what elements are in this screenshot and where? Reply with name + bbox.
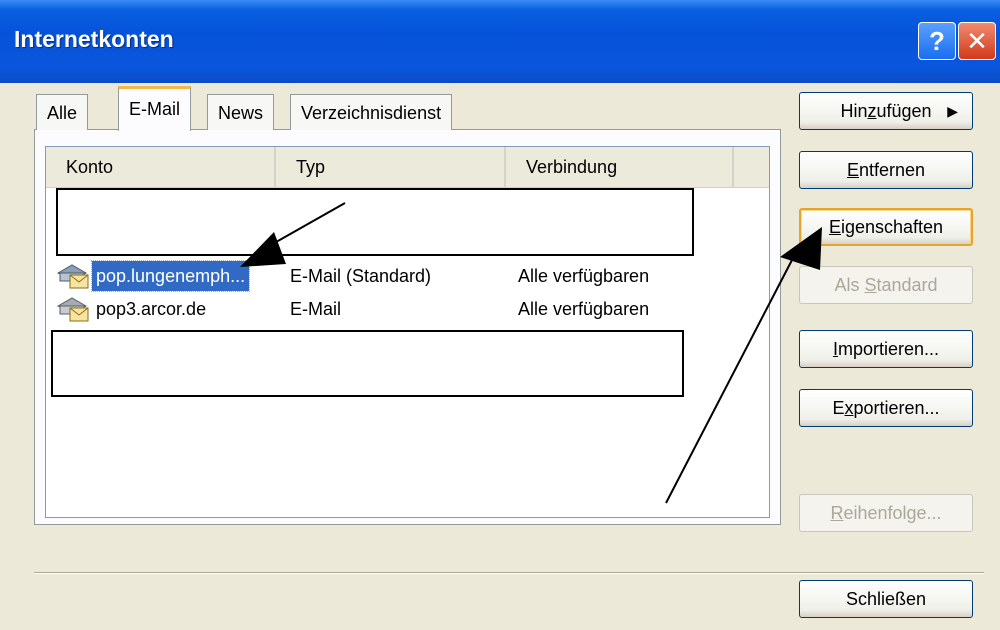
redaction-box	[56, 188, 694, 256]
column-header-verbindung[interactable]: Verbindung	[506, 147, 734, 187]
order-button[interactable]: Reihenfolge...	[799, 494, 973, 532]
table-row[interactable]: pop.lungenemph... E-Mail (Standard) Alle…	[46, 260, 769, 292]
column-header-konto[interactable]: Konto	[46, 147, 276, 187]
column-header-typ[interactable]: Typ	[276, 147, 506, 187]
column-label: Konto	[66, 157, 114, 177]
tab-label: News	[218, 103, 264, 123]
tab-label: Alle	[47, 103, 78, 123]
column-label: Typ	[296, 157, 326, 177]
account-connection: Alle verfügbaren	[518, 266, 650, 286]
tab-news[interactable]: News	[207, 94, 275, 130]
tab-label: Verzeichnisdienst	[301, 103, 442, 123]
button-label: Hinzufügen	[840, 100, 932, 121]
button-label: Reihenfolge...	[830, 502, 942, 523]
account-name: pop.lungenemph...	[90, 260, 251, 292]
list-header: Konto Typ Verbindung	[46, 147, 769, 188]
account-name: pop3.arcor.de	[96, 299, 207, 319]
window-title: Internetkonten	[14, 26, 174, 52]
tab-alle[interactable]: Alle	[36, 94, 89, 130]
import-button[interactable]: Importieren...	[799, 330, 973, 368]
account-type: E-Mail	[290, 299, 342, 319]
button-label: Entfernen	[846, 159, 926, 180]
help-button[interactable]: ?	[918, 22, 956, 60]
title-bar: Internetkonten ? ✕	[0, 0, 1000, 83]
account-type: E-Mail (Standard)	[290, 266, 432, 286]
properties-button[interactable]: Eigenschaften	[799, 208, 973, 246]
tab-verzeichnisdienst[interactable]: Verzeichnisdienst	[290, 94, 453, 130]
table-row[interactable]: pop3.arcor.de E-Mail Alle verfügbaren	[46, 294, 769, 324]
help-icon: ?	[929, 25, 945, 56]
set-default-button[interactable]: Als Standard	[799, 266, 973, 304]
export-button[interactable]: Exportieren...	[799, 389, 973, 427]
close-icon: ✕	[966, 25, 988, 56]
button-label: Importieren...	[832, 338, 940, 359]
column-label: Verbindung	[526, 157, 618, 177]
button-label: Schließen	[845, 588, 927, 609]
tab-email[interactable]: E-Mail	[118, 86, 192, 131]
tab-label: E-Mail	[129, 99, 181, 119]
remove-button[interactable]: Entfernen	[799, 151, 973, 189]
separator	[34, 572, 984, 574]
mail-account-icon	[56, 296, 92, 322]
button-label: Als Standard	[834, 274, 938, 295]
add-button[interactable]: Hinzufügen ▶	[799, 92, 973, 130]
arrow-right-icon: ▶	[947, 102, 958, 119]
redaction-box	[51, 330, 684, 397]
account-connection: Alle verfügbaren	[518, 299, 650, 319]
button-label: Exportieren...	[832, 397, 940, 418]
close-button[interactable]: Schließen	[799, 580, 973, 618]
button-label: Eigenschaften	[828, 216, 944, 237]
mail-account-icon	[56, 263, 92, 289]
close-window-button[interactable]: ✕	[958, 22, 996, 60]
